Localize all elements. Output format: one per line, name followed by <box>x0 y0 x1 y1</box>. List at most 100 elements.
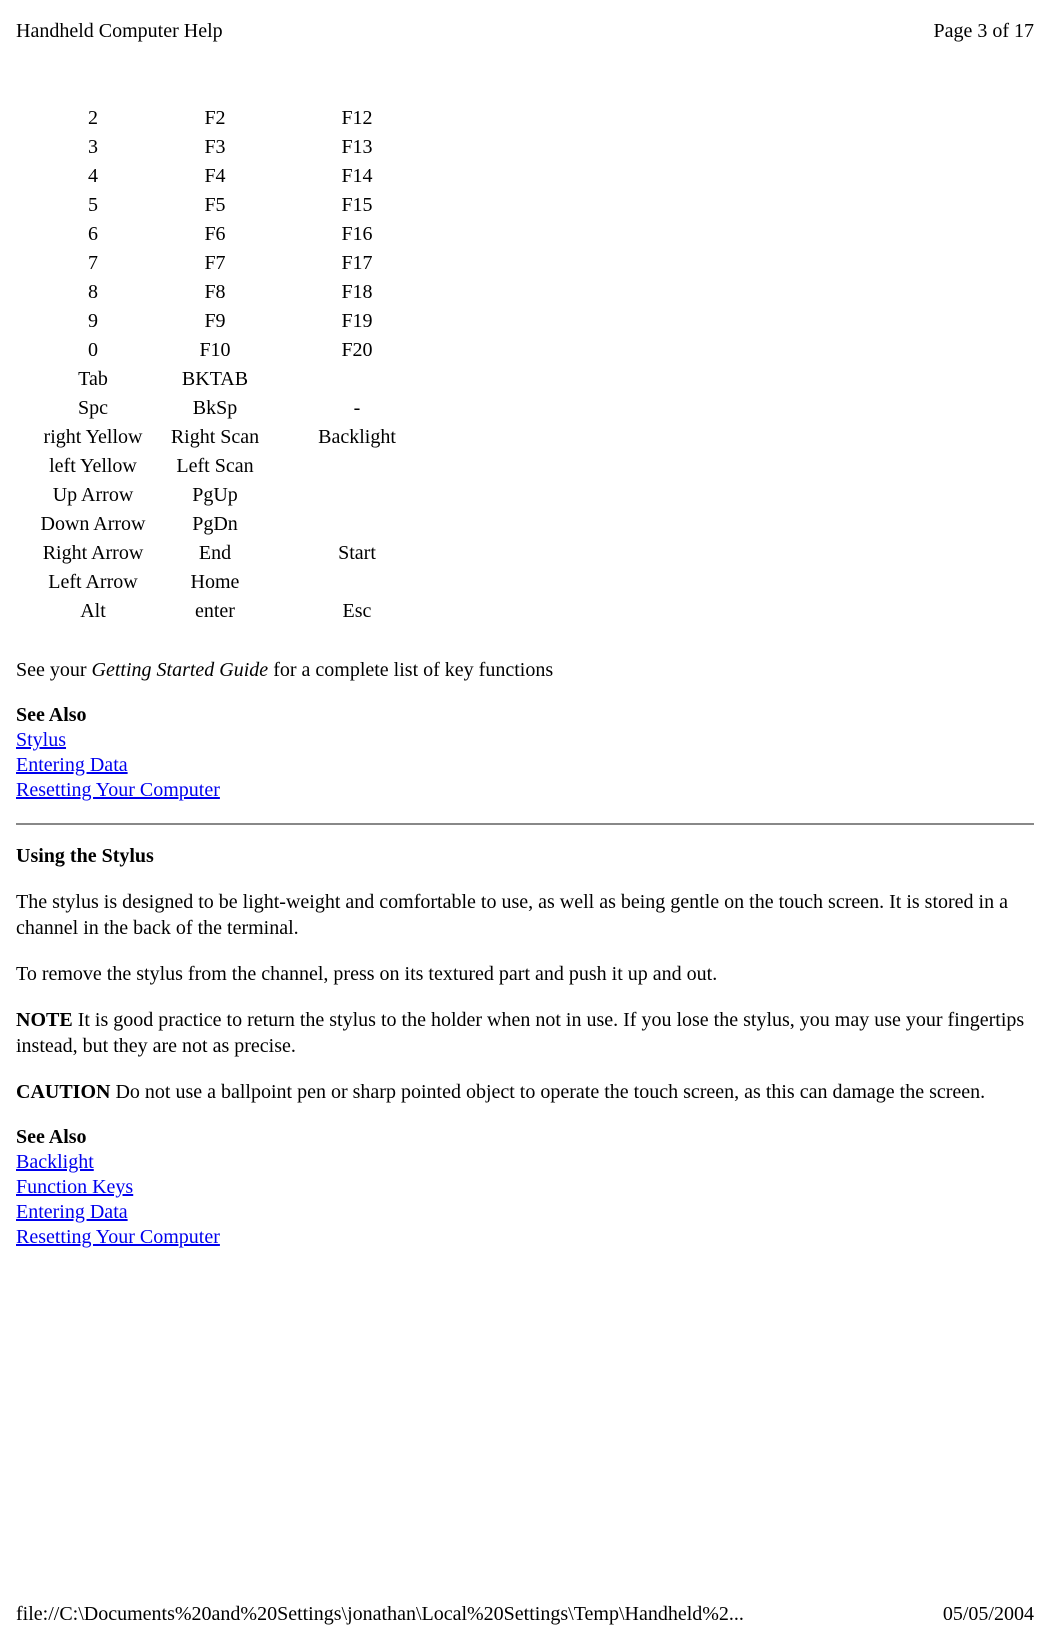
header-title: Handheld Computer Help <box>16 20 223 43</box>
footer-path: file://C:\Documents%20and%20Settings\jon… <box>16 1603 744 1626</box>
note-paragraph: NOTE It is good practice to return the s… <box>16 1007 1034 1059</box>
table-row: 7F7F17 <box>28 250 442 277</box>
table-cell: 7 <box>28 250 158 277</box>
table-cell: 0 <box>28 337 158 364</box>
see-also-link[interactable]: Entering Data <box>16 1201 128 1223</box>
table-cell: Down Arrow <box>28 511 158 538</box>
table-row: 5F5F15 <box>28 192 442 219</box>
table-cell: PgUp <box>160 482 270 509</box>
table-row: 4F4F14 <box>28 163 442 190</box>
table-cell: 2 <box>28 105 158 132</box>
table-cell: 6 <box>28 221 158 248</box>
table-cell: F16 <box>272 221 442 248</box>
table-cell: F15 <box>272 192 442 219</box>
table-row: Left ArrowHome <box>28 569 442 596</box>
caution-paragraph: CAUTION Do not use a ballpoint pen or sh… <box>16 1079 1034 1105</box>
see-also-link[interactable]: Backlight <box>16 1151 94 1173</box>
table-cell <box>272 569 442 596</box>
see-also-heading: See Also <box>16 703 1034 728</box>
table-cell: F7 <box>160 250 270 277</box>
table-cell: F14 <box>272 163 442 190</box>
table-cell <box>272 482 442 509</box>
table-cell: right Yellow <box>28 424 158 451</box>
table-cell: Right Arrow <box>28 540 158 567</box>
table-cell: Home <box>160 569 270 596</box>
section-heading-stylus: Using the Stylus <box>16 843 1034 869</box>
guide-note: See your Getting Started Guide for a com… <box>16 657 1034 683</box>
table-row: 8F8F18 <box>28 279 442 306</box>
table-cell: F2 <box>160 105 270 132</box>
table-cell: F20 <box>272 337 442 364</box>
table-cell: Left Scan <box>160 453 270 480</box>
table-cell: End <box>160 540 270 567</box>
table-cell: Spc <box>28 395 158 422</box>
see-also-link[interactable]: Entering Data <box>16 754 128 776</box>
table-cell: 4 <box>28 163 158 190</box>
table-row: 6F6F16 <box>28 221 442 248</box>
table-cell <box>272 366 442 393</box>
see-also-link[interactable]: Stylus <box>16 729 66 751</box>
table-row: TabBKTAB <box>28 366 442 393</box>
table-cell: F4 <box>160 163 270 190</box>
table-row: Up ArrowPgUp <box>28 482 442 509</box>
table-cell: Tab <box>28 366 158 393</box>
table-cell: F8 <box>160 279 270 306</box>
table-cell: Up Arrow <box>28 482 158 509</box>
table-row: 2F2F12 <box>28 105 442 132</box>
table-cell: Left Arrow <box>28 569 158 596</box>
table-cell: F18 <box>272 279 442 306</box>
footer-date: 05/05/2004 <box>943 1603 1034 1626</box>
table-cell: left Yellow <box>28 453 158 480</box>
table-cell: Alt <box>28 598 158 625</box>
table-cell: F10 <box>160 337 270 364</box>
table-cell <box>272 511 442 538</box>
guide-title: Getting Started Guide <box>92 659 269 681</box>
note-label: NOTE <box>16 1009 73 1031</box>
stylus-paragraph-1: The stylus is designed to be light-weigh… <box>16 889 1034 941</box>
section-divider <box>16 823 1034 825</box>
table-cell: F6 <box>160 221 270 248</box>
table-cell: 8 <box>28 279 158 306</box>
table-row: 9F9F19 <box>28 308 442 335</box>
table-row: 0F10F20 <box>28 337 442 364</box>
table-row: right YellowRight ScanBacklight <box>28 424 442 451</box>
table-row: Right ArrowEndStart <box>28 540 442 567</box>
table-cell: F9 <box>160 308 270 335</box>
table-cell: PgDn <box>160 511 270 538</box>
table-row: AltenterEsc <box>28 598 442 625</box>
table-cell: F17 <box>272 250 442 277</box>
see-also-link[interactable]: Resetting Your Computer <box>16 779 220 801</box>
table-row: SpcBkSp- <box>28 395 442 422</box>
page-header: Handheld Computer Help Page 3 of 17 <box>16 20 1034 43</box>
table-cell: Backlight <box>272 424 442 451</box>
table-cell: 5 <box>28 192 158 219</box>
table-row: Down ArrowPgDn <box>28 511 442 538</box>
key-function-table: 2F2F123F3F134F4F145F5F156F6F167F7F178F8F… <box>26 103 444 627</box>
page-footer: file://C:\Documents%20and%20Settings\jon… <box>16 1603 1034 1626</box>
table-cell: - <box>272 395 442 422</box>
see-also-link[interactable]: Function Keys <box>16 1176 133 1198</box>
table-cell: Start <box>272 540 442 567</box>
table-cell: BKTAB <box>160 366 270 393</box>
table-cell: F5 <box>160 192 270 219</box>
table-cell: 3 <box>28 134 158 161</box>
see-also-block-1: See Also Stylus Entering Data Resetting Yo… <box>16 703 1034 803</box>
table-cell: F13 <box>272 134 442 161</box>
caution-label: CAUTION <box>16 1081 110 1103</box>
table-cell <box>272 453 442 480</box>
stylus-paragraph-2: To remove the stylus from the channel, p… <box>16 961 1034 987</box>
see-also-link[interactable]: Resetting Your Computer <box>16 1226 220 1248</box>
table-cell: 9 <box>28 308 158 335</box>
table-cell: F3 <box>160 134 270 161</box>
table-cell: Right Scan <box>160 424 270 451</box>
see-also-block-2: See Also Backlight Function Keys Entering … <box>16 1125 1034 1250</box>
table-row: 3F3F13 <box>28 134 442 161</box>
table-cell: Esc <box>272 598 442 625</box>
see-also-heading: See Also <box>16 1125 1034 1150</box>
table-row: left YellowLeft Scan <box>28 453 442 480</box>
table-cell: F12 <box>272 105 442 132</box>
table-cell: enter <box>160 598 270 625</box>
table-cell: BkSp <box>160 395 270 422</box>
header-page-number: Page 3 of 17 <box>933 20 1034 43</box>
table-cell: F19 <box>272 308 442 335</box>
